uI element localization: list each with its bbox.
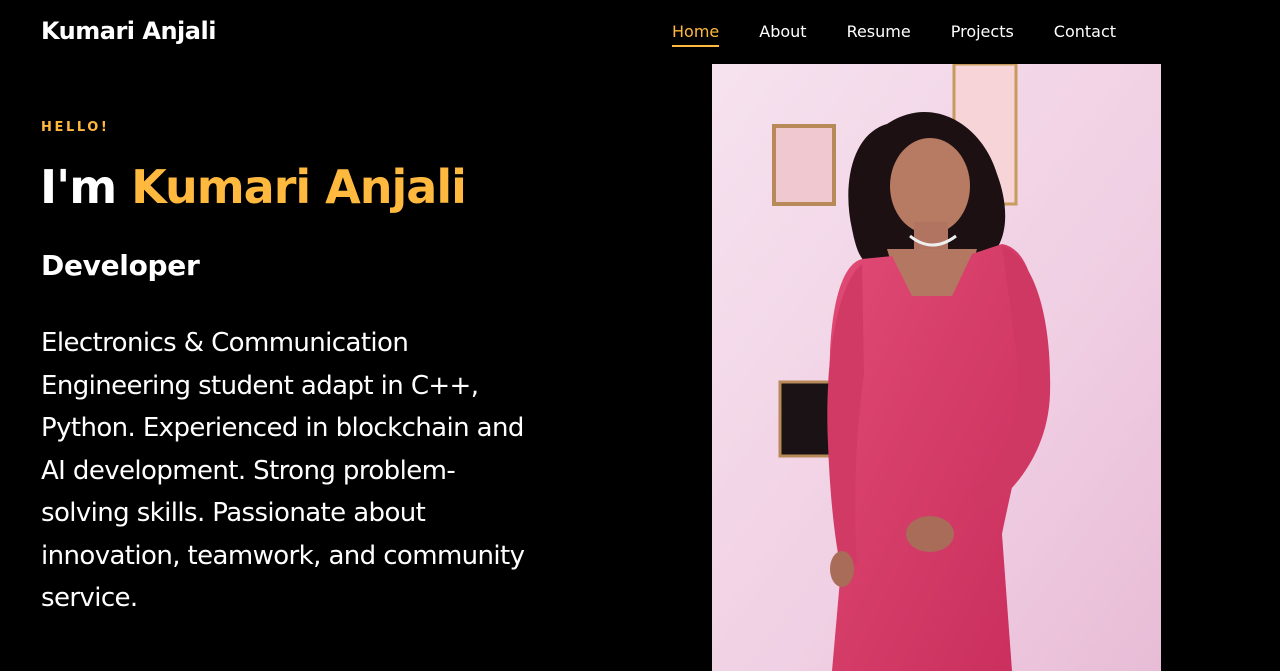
main-nav: Home About Resume Projects Contact [672, 20, 1156, 47]
nav-resume[interactable]: Resume [847, 20, 911, 47]
portfolio-page: Kumari Anjali Home About Resume Projects… [0, 0, 1280, 671]
nav-home[interactable]: Home [672, 20, 720, 47]
nav-about[interactable]: About [759, 20, 806, 47]
nav-contact[interactable]: Contact [1054, 20, 1116, 47]
hero-headline: I'm Kumari Anjali [40, 156, 467, 218]
role-title: Developer [41, 249, 200, 282]
nav-projects[interactable]: Projects [951, 20, 1014, 47]
profile-photo [712, 64, 1161, 671]
headline-intro: I'm [40, 160, 117, 214]
brand-logo[interactable]: Kumari Anjali [41, 17, 216, 45]
headline-name: Kumari Anjali [131, 160, 467, 214]
greeting-label: HELLO! [41, 120, 110, 135]
bio-text: Electronics & Communication Engineering … [41, 328, 525, 613]
